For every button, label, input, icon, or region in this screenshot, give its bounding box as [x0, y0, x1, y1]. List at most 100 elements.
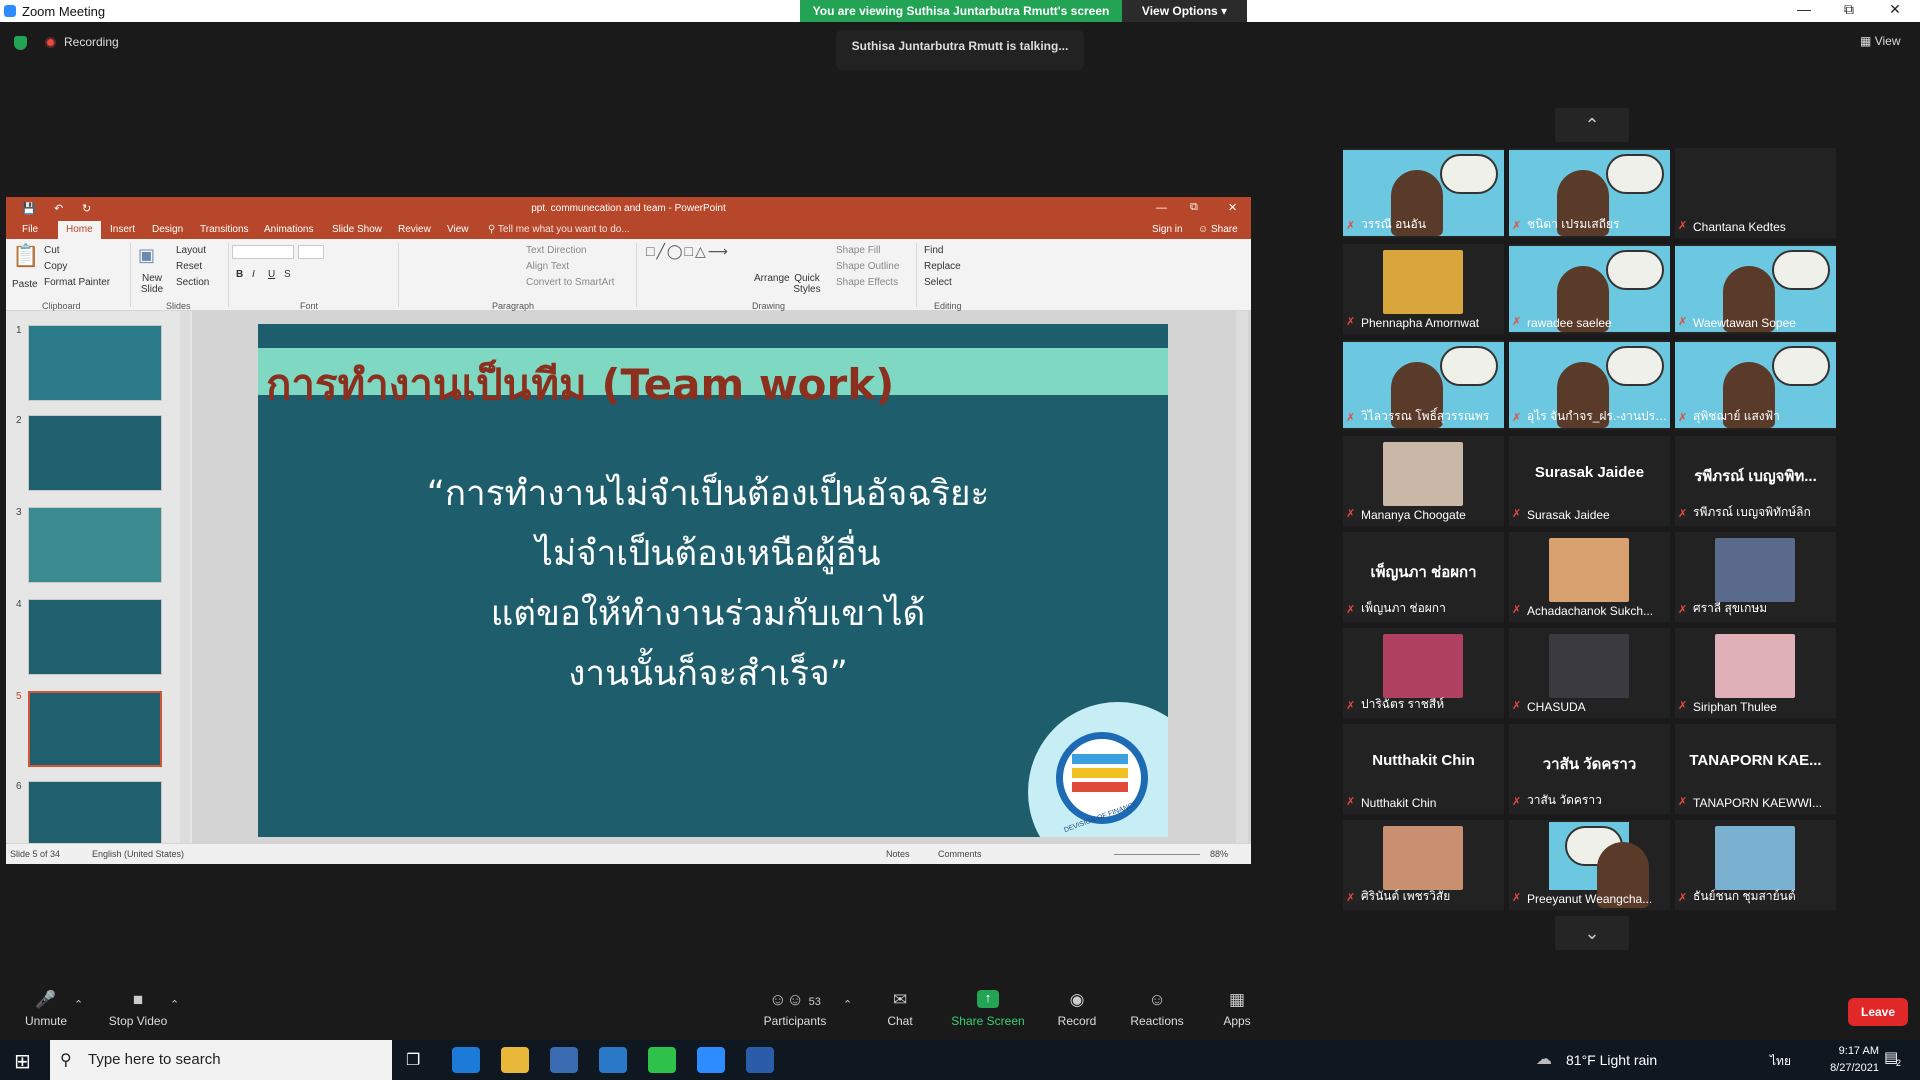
participant-tile[interactable]: ✗ rawadee saelee [1509, 244, 1670, 334]
slide-scrollbar[interactable] [1236, 311, 1248, 843]
clock-time[interactable]: 9:17 AM [1813, 1045, 1879, 1057]
zoom-taskbar-icon[interactable] [697, 1047, 725, 1073]
cut-button[interactable]: Cut [44, 245, 60, 256]
shape-effects-button[interactable]: Shape Effects [836, 277, 898, 288]
task-view-icon[interactable]: ❐ [406, 1050, 420, 1070]
participant-tile[interactable]: ✗ Siriphan Thulee [1675, 628, 1836, 718]
participants-button[interactable]: ☺☺ 53 Participants [755, 990, 835, 1028]
tab-transitions[interactable]: Transitions [200, 224, 249, 235]
clock-date[interactable]: 8/27/2021 [1813, 1062, 1879, 1074]
shapes-gallery[interactable]: □╱◯□△⟶ [646, 243, 730, 260]
select-button[interactable]: Select [924, 277, 952, 288]
participant-tile[interactable]: ✗ วิไลวรรณ โพธิ์สุวรรณพร [1343, 340, 1504, 430]
slide-thumbnail-4[interactable] [28, 599, 162, 675]
view-options-button[interactable]: View Options ▾ [1122, 0, 1247, 22]
tell-me-search[interactable]: ⚲ Tell me what you want to do... [488, 224, 630, 235]
bold-button[interactable]: B [236, 269, 243, 280]
reset-button[interactable]: Reset [176, 261, 202, 272]
participant-tile[interactable]: Surasak Jaidee ✗ Surasak Jaidee [1509, 436, 1670, 526]
participant-tile[interactable]: ✗ ศราลี สุขเกษม [1675, 532, 1836, 622]
edge-icon[interactable] [452, 1047, 480, 1073]
font-size-select[interactable] [298, 245, 324, 259]
mail-icon[interactable] [599, 1047, 627, 1073]
participant-tile[interactable]: เพ็ญนภา ช่อผกา ✗ เพ็ญนภา ช่อผกา [1343, 532, 1504, 622]
new-slide-button[interactable]: New Slide [134, 273, 170, 295]
participant-tile[interactable]: ✗ ชนิดา เปรมเสถียร [1509, 148, 1670, 238]
notes-button[interactable]: Notes [886, 849, 910, 859]
apps-button[interactable]: ▦ Apps [1197, 990, 1277, 1028]
participant-tile[interactable]: วาสัน วัดคราว ✗ วาสัน วัดคราว [1509, 724, 1670, 814]
store-icon[interactable] [550, 1047, 578, 1073]
taskbar-search-box[interactable]: ⚲ Type here to search [50, 1040, 392, 1080]
align-text-button[interactable]: Align Text [526, 261, 569, 272]
participant-tile[interactable]: ✗ Mananya Choogate [1343, 436, 1504, 526]
participant-tile[interactable]: ✗ Waewtawan Sopee [1675, 244, 1836, 334]
participant-tile[interactable]: ✗ Preeyanut Weangcha... [1509, 820, 1670, 910]
participant-tile[interactable]: ✗ ธันย์ชนก ชุมสาย์นต์ [1675, 820, 1836, 910]
participants-options-caret[interactable]: ⌃ [843, 998, 852, 1011]
participant-tile[interactable]: รพีภรณ์ เบญจพิท... ✗ รพีภรณ์ เบญจพิทักษ์ลิ… [1675, 436, 1836, 526]
layout-button[interactable]: Layout [176, 245, 206, 256]
slide-thumbnail-3[interactable] [28, 507, 162, 583]
new-slide-icon[interactable]: ▣ [138, 245, 155, 266]
copy-button[interactable]: Copy [44, 261, 67, 272]
video-options-caret[interactable]: ⌃ [170, 998, 179, 1011]
format-painter-button[interactable]: Format Painter [44, 277, 110, 288]
audio-options-caret[interactable]: ⌃ [74, 998, 83, 1011]
ppt-minimize-icon[interactable]: — [1156, 202, 1167, 214]
weather-label[interactable]: 81°F Light rain [1566, 1052, 1657, 1068]
gallery-prev-page-button[interactable]: ⌃ [1555, 108, 1629, 142]
tab-file[interactable]: File [22, 224, 38, 235]
participant-tile[interactable]: ✗ ปาริฉัตร ราชสีห์ [1343, 628, 1504, 718]
quick-styles-button[interactable]: Quick Styles [790, 273, 824, 295]
shape-outline-button[interactable]: Shape Outline [836, 261, 899, 272]
slide-thumbnail-2[interactable] [28, 415, 162, 491]
participant-tile[interactable]: ✗ สุพิชฌาย์ แสงฟ้า [1675, 340, 1836, 430]
windows-start-icon[interactable]: ⊞ [14, 1049, 31, 1074]
input-language[interactable]: ไทย [1770, 1052, 1791, 1071]
ppt-restore-icon[interactable]: ⧉ [1190, 201, 1198, 214]
italic-button[interactable]: I [252, 269, 255, 280]
text-direction-button[interactable]: Text Direction [526, 245, 587, 256]
sign-in-link[interactable]: Sign in [1152, 224, 1183, 235]
tab-home[interactable]: Home [58, 221, 101, 239]
section-button[interactable]: Section [176, 277, 209, 288]
slide-thumbnails-pane[interactable]: 1 2 3 4 5 6 [6, 311, 192, 857]
participant-tile[interactable]: ✗ Phennapha Amornwat [1343, 244, 1504, 334]
gallery-view-button[interactable]: ▦ View [1860, 34, 1900, 48]
tab-review[interactable]: Review [398, 224, 431, 235]
tab-slide-show[interactable]: Slide Show [332, 224, 382, 235]
shape-fill-button[interactable]: Shape Fill [836, 245, 880, 256]
reactions-button[interactable]: ☺ Reactions [1117, 990, 1197, 1028]
close-icon[interactable]: ✕ [1880, 1, 1910, 18]
participant-tile[interactable]: ✗ ศิรินันต์ เพชรวิสัย [1343, 820, 1504, 910]
participant-tile[interactable]: ✗ วรรณี อนอัน [1343, 148, 1504, 238]
share-button[interactable]: ☺ Share [1198, 224, 1238, 235]
participant-tile[interactable]: ✗ CHASUDA [1509, 628, 1670, 718]
chat-button[interactable]: ✉ Chat [860, 990, 940, 1028]
record-button[interactable]: ◉ Record [1037, 990, 1117, 1028]
tab-design[interactable]: Design [152, 224, 183, 235]
file-explorer-icon[interactable] [501, 1047, 529, 1073]
leave-button[interactable]: Leave [1848, 998, 1908, 1026]
minimize-icon[interactable]: — [1789, 1, 1819, 17]
slide-thumbnail-1[interactable] [28, 325, 162, 401]
thumbs-scrollbar[interactable] [180, 311, 190, 843]
security-shield-icon[interactable] [14, 36, 27, 50]
tab-insert[interactable]: Insert [110, 224, 135, 235]
ppt-close-icon[interactable]: ✕ [1228, 201, 1237, 214]
font-family-select[interactable] [232, 245, 294, 259]
replace-button[interactable]: Replace [924, 261, 961, 272]
zoom-slider[interactable] [1114, 854, 1200, 855]
word-icon[interactable] [746, 1047, 774, 1073]
paste-icon[interactable]: 📋 [12, 243, 39, 269]
participant-tile[interactable]: ✗ อุไร จันกำจร_ฝร.-งานประ... [1509, 340, 1670, 430]
restore-icon[interactable]: ⧉ [1834, 1, 1864, 18]
participant-tile[interactable]: ✗ Achadachanok Sukch... [1509, 532, 1670, 622]
line-app-icon[interactable] [648, 1047, 676, 1073]
language-label[interactable]: English (United States) [92, 849, 184, 859]
zoom-level[interactable]: 88% [1210, 849, 1228, 859]
find-button[interactable]: Find [924, 245, 943, 256]
participant-tile[interactable]: TANAPORN KAE... ✗ TANAPORN KAEWWI... [1675, 724, 1836, 814]
gallery-next-page-button[interactable]: ⌄ [1555, 916, 1629, 950]
